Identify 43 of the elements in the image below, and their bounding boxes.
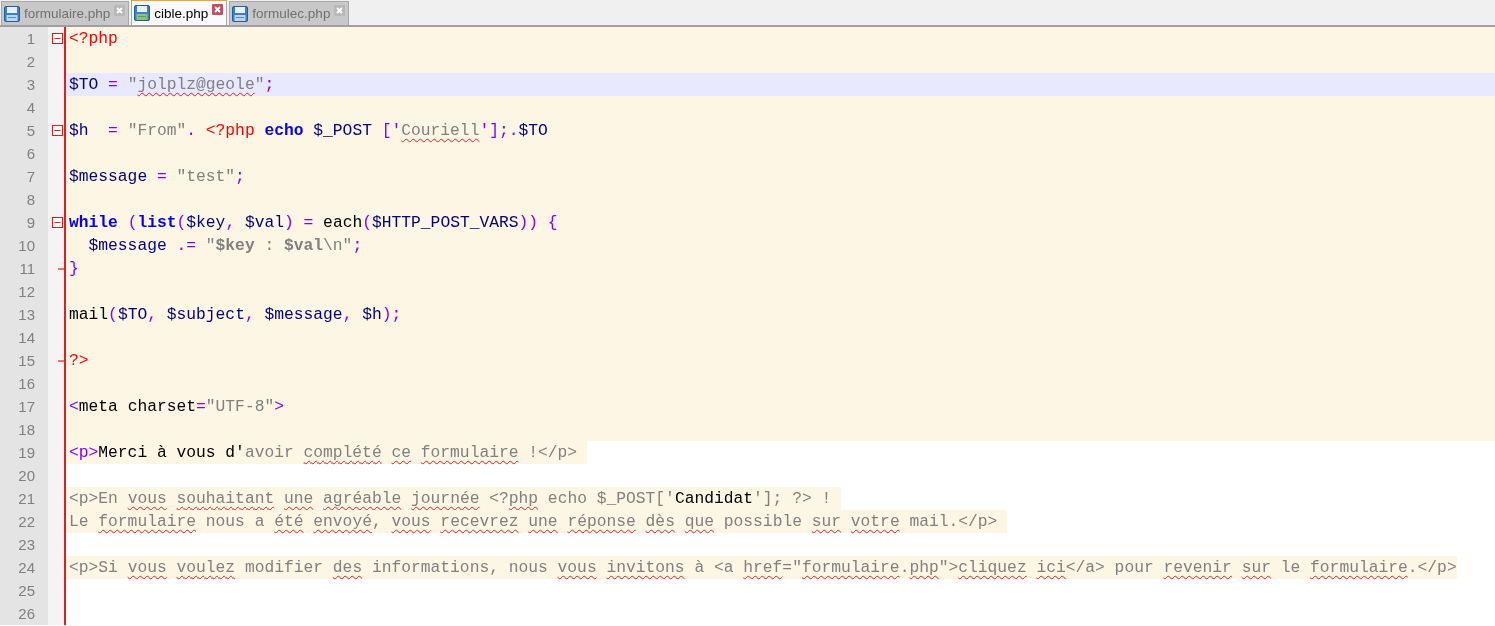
code-line: $h = "From". <?php echo $_POST ['Couriell'];.$TO bbox=[68, 120, 548, 142]
line-number: 10 bbox=[0, 234, 48, 257]
code-line: ?> bbox=[68, 350, 89, 372]
line-number: 14 bbox=[0, 326, 48, 349]
close-icon[interactable] bbox=[212, 4, 224, 15]
line-number: 16 bbox=[0, 372, 48, 395]
line-number: 15 bbox=[0, 349, 48, 372]
line-number: 23 bbox=[0, 533, 48, 556]
line-number: 11 bbox=[0, 257, 48, 280]
line-number: 1 bbox=[0, 27, 48, 50]
code-line: $TO = "jolplz@geole"; bbox=[68, 74, 275, 96]
line-number: 24 bbox=[0, 556, 48, 579]
code-line: $message .= "$key : $val\n"; bbox=[87, 235, 363, 257]
line-number: 17 bbox=[0, 395, 48, 418]
line-number: 18 bbox=[0, 418, 48, 441]
line-number: 21 bbox=[0, 487, 48, 510]
line-number: 20 bbox=[0, 464, 48, 487]
line-number: 26 bbox=[0, 602, 48, 625]
code-line: $message = "test"; bbox=[68, 166, 245, 188]
code-line: while (list($key, $val) = each($HTTP_POST_VARS)) { bbox=[68, 212, 558, 234]
file-tab[interactable]: formulec.php bbox=[229, 1, 350, 25]
line-number: 8 bbox=[0, 188, 48, 211]
fold-minus-icon[interactable] bbox=[52, 125, 63, 136]
code-line: mail($TO, $subject, $message, $h); bbox=[68, 304, 402, 326]
fold-minus-icon[interactable] bbox=[52, 217, 63, 228]
line-number: 9 bbox=[0, 211, 48, 234]
line-number: 13 bbox=[0, 303, 48, 326]
fold-minus-icon[interactable] bbox=[52, 33, 63, 44]
code-line: } bbox=[68, 258, 79, 280]
code-line: <meta charset="UTF-8"> bbox=[68, 396, 284, 418]
line-number: 2 bbox=[0, 50, 48, 73]
line-number: 4 bbox=[0, 96, 48, 119]
line-number: 5 bbox=[0, 119, 48, 142]
file-tab[interactable]: cible.php bbox=[131, 0, 228, 25]
line-number: 19 bbox=[0, 441, 48, 464]
code-line: <?php bbox=[68, 28, 118, 50]
line-number: 7 bbox=[0, 165, 48, 188]
line-number: 25 bbox=[0, 579, 48, 602]
line-number: 3 bbox=[0, 73, 48, 96]
line-number: 6 bbox=[0, 142, 48, 165]
line-number: 22 bbox=[0, 510, 48, 533]
line-number: 12 bbox=[0, 280, 48, 303]
file-tab[interactable]: formulaire.php bbox=[1, 1, 130, 25]
